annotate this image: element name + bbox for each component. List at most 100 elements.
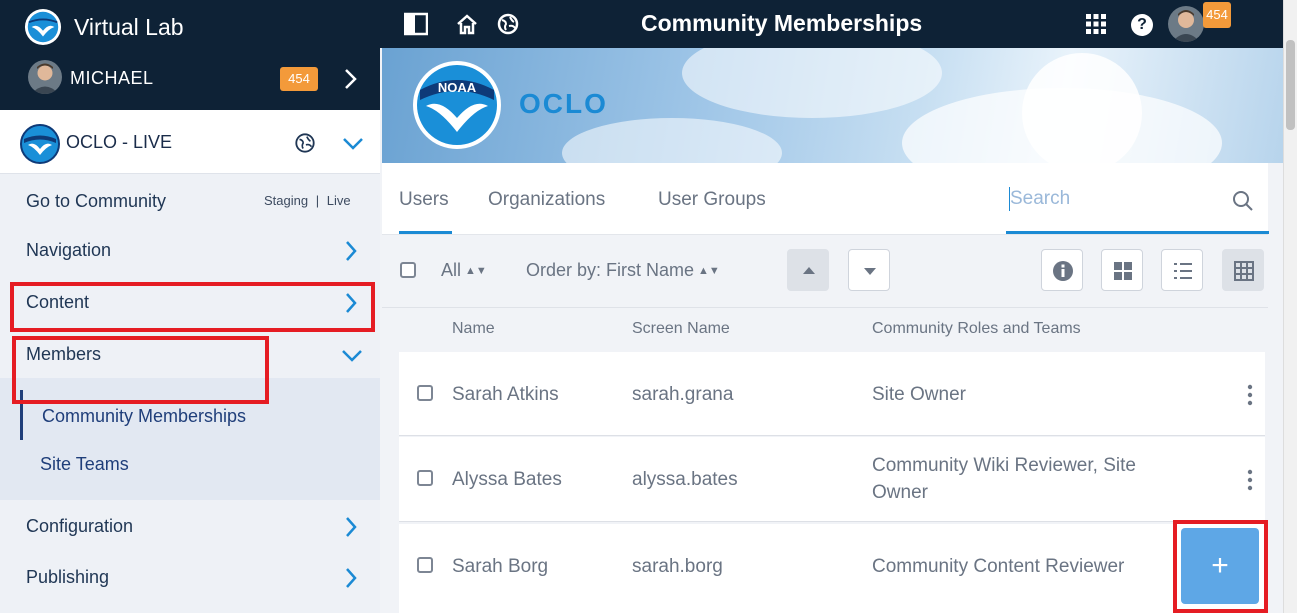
order-by-dropdown[interactable]: Order by: First Name ▲▼	[526, 260, 720, 281]
members-highlight-box	[10, 282, 375, 332]
globe-icon[interactable]	[496, 12, 520, 36]
app-name: Virtual Lab	[74, 13, 184, 40]
staging-link[interactable]: Staging	[264, 193, 308, 208]
info-button[interactable]	[1041, 249, 1083, 291]
caret-up-icon	[803, 267, 815, 274]
row-checkbox[interactable]	[417, 557, 433, 573]
info-icon	[1053, 261, 1073, 281]
sort-ascending-button[interactable]	[787, 249, 829, 291]
kebab-menu-icon[interactable]	[1247, 384, 1253, 406]
member-screen-name: sarah.borg	[632, 556, 723, 577]
search-underline	[1006, 231, 1269, 234]
tab-user-groups[interactable]: User Groups	[658, 189, 766, 211]
site-selector[interactable]: OCLO - LIVE	[0, 110, 380, 174]
main-content: NOAA OCLO Users Organizations User Group…	[380, 48, 1283, 613]
apps-grid-icon[interactable]	[1084, 12, 1108, 36]
kebab-menu-icon[interactable]	[1247, 469, 1253, 491]
sort-arrows-icon: ▲▼	[698, 265, 720, 278]
search-input[interactable]: Search	[1010, 188, 1070, 210]
member-name[interactable]: Alyssa Bates	[452, 469, 562, 491]
sidebar-item-label: Navigation	[26, 240, 112, 260]
user-name: MICHAEL	[70, 68, 154, 88]
goto-community: Go to Community Staging | Live	[0, 175, 380, 215]
member-roles: Community Content Reviewer	[872, 556, 1125, 577]
tab-bar: Users Organizations User Groups Search	[382, 163, 1269, 235]
table-row[interactable]: Alyssa Bates alyssa.bates Community Wiki…	[399, 437, 1265, 522]
switch-separator: |	[315, 193, 320, 208]
row-checkbox[interactable]	[417, 470, 433, 486]
member-roles: Community Wiki Reviewer, Site	[872, 455, 1136, 476]
column-header-name: Name	[452, 320, 495, 337]
page-title: Community Memberships	[641, 10, 923, 36]
chevron-right-icon	[346, 517, 357, 537]
noaa-logo-icon: NOAA	[413, 61, 501, 149]
member-roles-continued: Owner	[872, 482, 928, 503]
chevron-down-icon[interactable]	[340, 132, 366, 154]
member-screen-name: alyssa.bates	[632, 469, 738, 490]
noaa-logo-icon	[20, 124, 60, 164]
text-cursor	[1009, 187, 1010, 211]
help-icon[interactable]: ?	[1131, 14, 1153, 36]
active-tab-indicator	[399, 231, 452, 234]
site-banner: NOAA OCLO	[382, 48, 1283, 163]
list-icon	[1174, 263, 1192, 279]
notification-badge[interactable]: 454	[1203, 2, 1231, 28]
tab-users[interactable]: Users	[399, 189, 449, 211]
order-by-label: Order by: First Name	[526, 260, 695, 280]
user-avatar	[28, 60, 62, 94]
table-header: Name Screen Name Community Roles and Tea…	[382, 310, 1268, 350]
user-notification-badge[interactable]: 454	[280, 67, 318, 91]
table-view-button[interactable]	[1222, 249, 1264, 291]
sidebar-item-site-teams[interactable]: Site Teams	[40, 454, 129, 475]
filter-dropdown[interactable]: All ▲▼	[441, 260, 487, 281]
member-name[interactable]: Sarah Atkins	[452, 384, 559, 406]
member-name[interactable]: Sarah Borg	[452, 556, 548, 578]
add-button-highlight-box	[1173, 520, 1268, 613]
avatar[interactable]	[1168, 6, 1204, 42]
page-scrollbar[interactable]	[1283, 0, 1297, 613]
banner-logo-text: NOAA	[438, 80, 477, 95]
goto-community-link[interactable]: Go to Community	[26, 191, 166, 212]
member-screen-name: sarah.grana	[632, 384, 734, 405]
chevron-down-icon	[342, 350, 362, 362]
select-all-checkbox[interactable]	[400, 262, 416, 278]
sort-descending-button[interactable]	[848, 249, 890, 291]
community-memberships-highlight-box	[12, 336, 269, 404]
chevron-right-icon	[346, 568, 357, 588]
chevron-right-icon	[346, 241, 357, 261]
table-row[interactable]: Sarah Atkins sarah.grana Site Owner	[399, 352, 1265, 436]
banner-title: OCLO	[519, 88, 608, 119]
sidebar-item-navigation[interactable]: Navigation	[0, 226, 380, 276]
row-checkbox[interactable]	[417, 385, 433, 401]
chevron-right-icon[interactable]	[340, 66, 362, 92]
sidebar-item-publishing[interactable]: Publishing	[0, 553, 380, 603]
live-link[interactable]: Live	[327, 193, 351, 208]
column-header-roles: Community Roles and Teams	[872, 320, 1081, 337]
sidebar-item-configuration[interactable]: Configuration	[0, 502, 380, 552]
user-panel[interactable]: MICHAEL 454	[0, 48, 380, 110]
sidebar-item-label: Configuration	[26, 516, 134, 536]
sidebar-item-label: Publishing	[26, 567, 110, 587]
noaa-logo-icon	[24, 8, 62, 46]
home-icon[interactable]	[455, 12, 479, 36]
sidebar-item-community-memberships[interactable]: Community Memberships	[42, 406, 246, 427]
column-header-screen-name: Screen Name	[632, 320, 730, 337]
sidebar-toggle-icon[interactable]	[404, 12, 428, 36]
sort-arrows-icon: ▲▼	[465, 265, 487, 278]
list-view-button[interactable]	[1161, 249, 1203, 291]
brand[interactable]: Virtual Lab	[24, 8, 184, 46]
globe-icon[interactable]	[294, 132, 316, 154]
site-name: OCLO - LIVE	[66, 132, 173, 152]
card-view-button[interactable]	[1101, 249, 1143, 291]
table-icon	[1234, 261, 1254, 281]
filter-label: All	[441, 260, 462, 280]
table-row[interactable]: Sarah Borg sarah.borg Community Content …	[399, 524, 1265, 613]
search-icon[interactable]	[1232, 190, 1254, 212]
environment-switch: Staging | Live	[262, 193, 353, 208]
member-roles: Site Owner	[872, 384, 966, 405]
top-bar: Virtual Lab Community Memberships ? 454	[0, 0, 1297, 48]
cards-icon	[1114, 262, 1132, 280]
caret-down-icon	[864, 268, 876, 275]
tab-organizations[interactable]: Organizations	[488, 189, 605, 211]
scrollbar-thumb[interactable]	[1286, 40, 1295, 130]
